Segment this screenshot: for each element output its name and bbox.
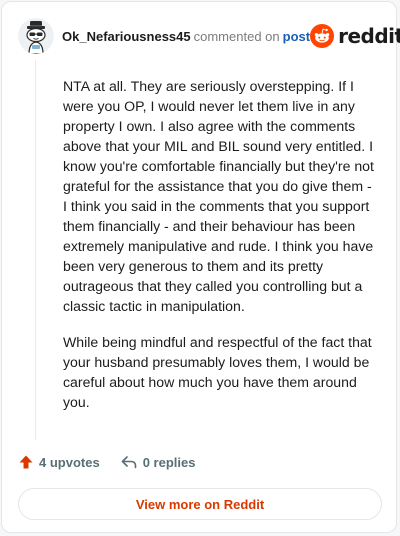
username[interactable]: Ok_Nefariousness45 — [62, 29, 191, 44]
snoo-avatar-icon — [18, 18, 54, 54]
comment-meta: Ok_Nefariousness45 commented on post — [62, 29, 310, 44]
commented-on-text: commented on — [193, 28, 280, 44]
reddit-brand[interactable]: reddit — [310, 24, 400, 48]
reply-button[interactable]: 0 replies — [120, 454, 196, 470]
comment-header: Ok_Nefariousness45 commented on post reddi… — [18, 16, 400, 56]
reddit-wordmark: reddit — [338, 24, 400, 48]
comment-body: NTA at all. They are seriously overstepp… — [63, 76, 379, 428]
view-more-on-reddit-button[interactable]: View more on Reddit — [18, 488, 382, 520]
comment-actions: 4 upvotes 0 replies — [18, 454, 195, 470]
comment-paragraph: NTA at all. They are seriously overstepp… — [63, 78, 374, 314]
upvote-count: 4 upvotes — [39, 454, 100, 470]
upvote-button[interactable]: 4 upvotes — [18, 454, 100, 470]
post-link[interactable]: post — [283, 29, 310, 44]
thread-line — [35, 60, 36, 440]
upvote-arrow-icon — [19, 455, 33, 469]
reddit-logo-icon — [310, 24, 335, 48]
user-avatar[interactable] — [18, 18, 54, 54]
comment-embed-card: Ok_Nefariousness45 commented on post reddi… — [1, 1, 400, 533]
reply-count: 0 replies — [142, 454, 196, 470]
reply-arrow-icon — [121, 456, 136, 469]
comment-paragraph: While being mindful and respectful of th… — [63, 334, 372, 410]
